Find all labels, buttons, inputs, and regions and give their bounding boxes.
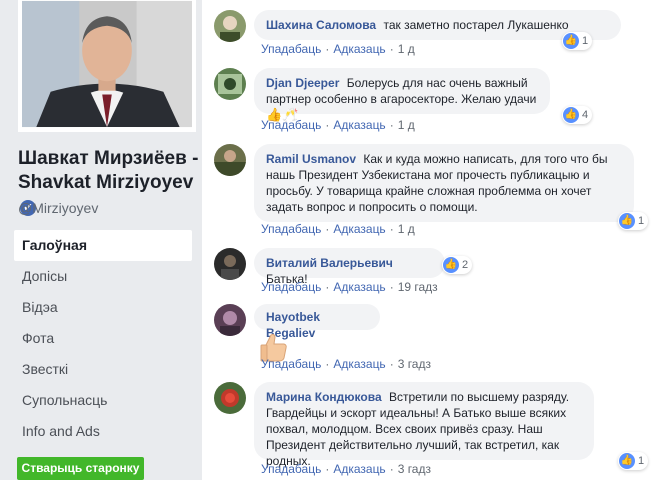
avatar[interactable]: [214, 248, 246, 280]
nav-item-photos[interactable]: Фота: [14, 323, 192, 354]
separator: ·: [325, 222, 330, 236]
like-button[interactable]: Упадабаць: [261, 280, 321, 294]
separator: ·: [325, 280, 330, 294]
like-reaction-icon: 👍: [619, 453, 635, 469]
separator: ·: [325, 42, 330, 56]
page-nav: Галоўная Допісы Відэа Фота Звесткі Супол…: [14, 230, 192, 447]
reaction-count[interactable]: 👍 2: [442, 256, 473, 274]
avatar[interactable]: [214, 68, 246, 100]
profile-photo-image: [22, 0, 192, 128]
comment-author[interactable]: Шахина Саломова: [266, 18, 376, 32]
like-reaction-icon: 👍: [563, 33, 579, 49]
separator: ·: [389, 462, 394, 476]
nav-item-posts[interactable]: Допісы: [14, 261, 192, 292]
comment-actions: Упадабаць · Адказаць · 3 гадз: [261, 462, 431, 476]
reaction-count[interactable]: 👍 4: [562, 106, 593, 124]
avatar[interactable]: [214, 144, 246, 176]
reaction-count[interactable]: 👍 1: [562, 32, 593, 50]
comment-time[interactable]: 1 д: [398, 222, 415, 236]
separator: ·: [325, 357, 330, 371]
comment-bubble: Марина Кондюкова Встретили по высшему ра…: [254, 382, 594, 468]
like-button[interactable]: Упадабаць: [261, 462, 321, 476]
nav-item-home[interactable]: Галоўная: [14, 230, 192, 261]
comment-text: так заметно постарел Лукашенко: [383, 18, 569, 32]
comment-bubble: Hayotbek Begaliev: [254, 304, 380, 340]
reaction-number: 1: [638, 455, 645, 467]
reply-button[interactable]: Адказаць: [333, 118, 385, 132]
create-page-button[interactable]: Стварыць старонку: [17, 457, 144, 480]
comment-author[interactable]: Djan Djeeper: [266, 76, 339, 90]
separator: ·: [389, 280, 394, 294]
reply-button[interactable]: Адказаць: [333, 357, 385, 371]
page-name-text[interactable]: Шавкат Мирзиёев - Shavkat Mirziyoyev: [18, 148, 198, 193]
like-button[interactable]: Упадабаць: [261, 222, 321, 236]
comment-actions: Упадабаць · Адказаць · 1 д: [261, 222, 415, 236]
separator: ·: [389, 118, 394, 132]
reaction-count[interactable]: 👍 1: [618, 212, 649, 230]
profile-photo[interactable]: [18, 0, 196, 132]
avatar[interactable]: [214, 10, 246, 42]
comment-bubble: Djan Djeeper Болерусь для нас очень важн…: [254, 68, 550, 122]
like-reaction-icon: 👍: [619, 213, 635, 229]
comment-author[interactable]: Виталий Валерьевич: [266, 256, 393, 270]
separator: ·: [389, 42, 394, 56]
comment-bubble: Виталий Валерьевич Батька!: [254, 248, 445, 286]
comment-actions: Упадабаць · Адказаць · 3 гадз: [261, 357, 431, 371]
separator: ·: [325, 118, 330, 132]
comment-time[interactable]: 1 д: [398, 42, 415, 56]
comment-time[interactable]: 1 д: [398, 118, 415, 132]
avatar[interactable]: [214, 304, 246, 336]
nav-item-info-ads[interactable]: Info and Ads: [14, 416, 192, 447]
nav-item-about[interactable]: Звесткі: [14, 354, 192, 385]
nav-item-community[interactable]: Супольнасць: [14, 385, 192, 416]
like-button[interactable]: Упадабаць: [261, 42, 321, 56]
page-username[interactable]: @Mirziyoyev: [18, 200, 98, 216]
reaction-number: 4: [582, 109, 589, 121]
page-sidebar: Шавкат Мирзиёев - Shavkat Mirziyoyev ✔ @…: [0, 0, 202, 480]
reply-button[interactable]: Адказаць: [333, 42, 385, 56]
comments-panel: Шахина Саломова так заметно постарел Лук…: [202, 0, 662, 480]
reply-button[interactable]: Адказаць: [333, 222, 385, 236]
like-button[interactable]: Упадабаць: [261, 118, 321, 132]
comment-time[interactable]: 19 гадз: [398, 280, 438, 294]
comment-author[interactable]: Ramil Usmanov: [266, 152, 356, 166]
comment-actions: Упадабаць · Адказаць · 1 д: [261, 42, 415, 56]
reply-button[interactable]: Адказаць: [333, 280, 385, 294]
comment-bubble: Ramil Usmanov Как и куда можно написать,…: [254, 144, 634, 222]
reaction-count[interactable]: 👍 1: [618, 452, 649, 470]
like-reaction-icon: 👍: [443, 257, 459, 273]
reply-button[interactable]: Адказаць: [333, 462, 385, 476]
reaction-number: 1: [638, 215, 645, 227]
reaction-number: 2: [462, 259, 469, 271]
comment-actions: Упадабаць · Адказаць · 19 гадз: [261, 280, 438, 294]
nav-item-videos[interactable]: Відэа: [14, 292, 192, 323]
comment-time[interactable]: 3 гадз: [398, 357, 431, 371]
comment-time[interactable]: 3 гадз: [398, 462, 431, 476]
comment-author[interactable]: Марина Кондюкова: [266, 390, 382, 404]
avatar[interactable]: [214, 382, 246, 414]
separator: ·: [389, 357, 394, 371]
like-reaction-icon: 👍: [563, 107, 579, 123]
separator: ·: [389, 222, 394, 236]
comment-actions: Упадабаць · Адказаць · 1 д: [261, 118, 415, 132]
reaction-number: 1: [582, 35, 589, 47]
like-button[interactable]: Упадабаць: [261, 357, 321, 371]
separator: ·: [325, 462, 330, 476]
